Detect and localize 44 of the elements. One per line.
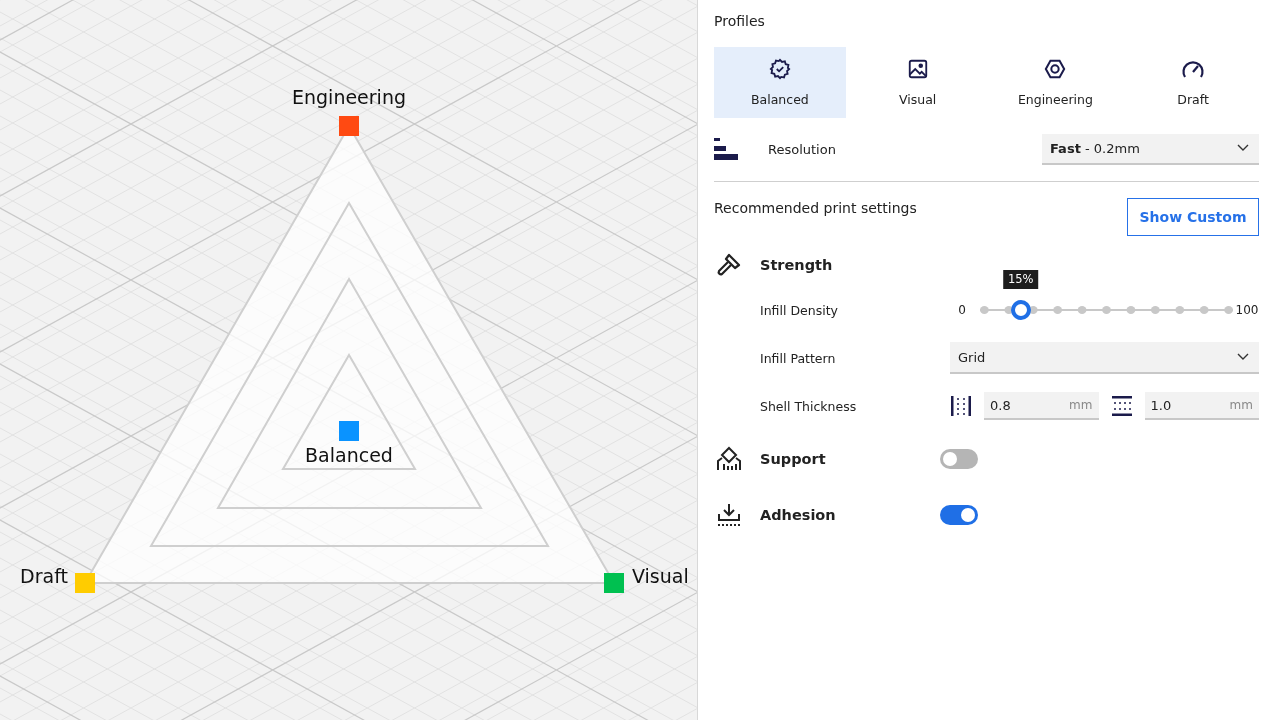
support-icon bbox=[716, 446, 742, 472]
top-bottom-thickness-field[interactable]: 1.0 mm bbox=[1144, 392, 1259, 420]
value-tooltip: 15% bbox=[1002, 270, 1039, 289]
hammer-icon bbox=[716, 252, 742, 278]
infill-pattern-dropdown[interactable]: Grid bbox=[950, 342, 1259, 374]
chevron-down-icon bbox=[1237, 353, 1249, 361]
chevron-down-icon bbox=[1237, 144, 1249, 152]
profile-tab[interactable]: Engineering bbox=[989, 47, 1122, 118]
profile-marker[interactable] bbox=[75, 573, 95, 593]
profile-label: Draft bbox=[20, 564, 68, 587]
top-bottom-icon bbox=[1110, 395, 1133, 417]
support-toggle[interactable] bbox=[940, 449, 978, 469]
resolution-label: Resolution bbox=[768, 141, 837, 157]
section-title: Recommended print settings bbox=[714, 200, 917, 216]
slider-min-label: 0 bbox=[957, 303, 967, 317]
profile-marker[interactable] bbox=[604, 573, 624, 593]
strength-heading: Strength bbox=[760, 257, 834, 273]
infill-pattern-label: Infill Pattern bbox=[760, 350, 837, 366]
support-heading: Support bbox=[760, 451, 827, 467]
show-custom-button[interactable]: Show Custom bbox=[1127, 198, 1259, 236]
adhesion-heading: Adhesion bbox=[760, 507, 837, 523]
slider-thumb[interactable] bbox=[1010, 300, 1031, 320]
adhesion-icon bbox=[716, 502, 742, 528]
gear-check-icon bbox=[768, 58, 791, 80]
profile-marker[interactable] bbox=[339, 116, 359, 136]
slider-max-label: 100 bbox=[1235, 303, 1259, 317]
profile-label: Balanced bbox=[305, 443, 393, 466]
profile-label: Visual bbox=[632, 564, 689, 587]
wall-icon bbox=[950, 395, 972, 417]
panel-title: Profiles bbox=[714, 12, 766, 31]
profile-marker[interactable] bbox=[339, 421, 359, 441]
profile-tab[interactable]: Draft bbox=[1127, 47, 1259, 118]
hex-nut-icon bbox=[1044, 58, 1067, 80]
shell-thickness-label: Shell Thickness bbox=[760, 398, 858, 414]
profile-tab[interactable]: Visual bbox=[851, 47, 984, 118]
layers-icon bbox=[714, 137, 738, 161]
adhesion-toggle[interactable] bbox=[940, 505, 978, 525]
gauge-icon bbox=[1181, 58, 1206, 80]
profile-tab[interactable]: Balanced bbox=[714, 47, 846, 118]
profile-label: Engineering bbox=[292, 85, 406, 108]
infill-density-label: Infill Density bbox=[760, 302, 839, 318]
resolution-dropdown[interactable]: Fast - 0.2mm bbox=[1042, 133, 1259, 165]
image-icon bbox=[906, 58, 929, 80]
wall-thickness-field[interactable]: 0.8 mm bbox=[984, 392, 1099, 420]
